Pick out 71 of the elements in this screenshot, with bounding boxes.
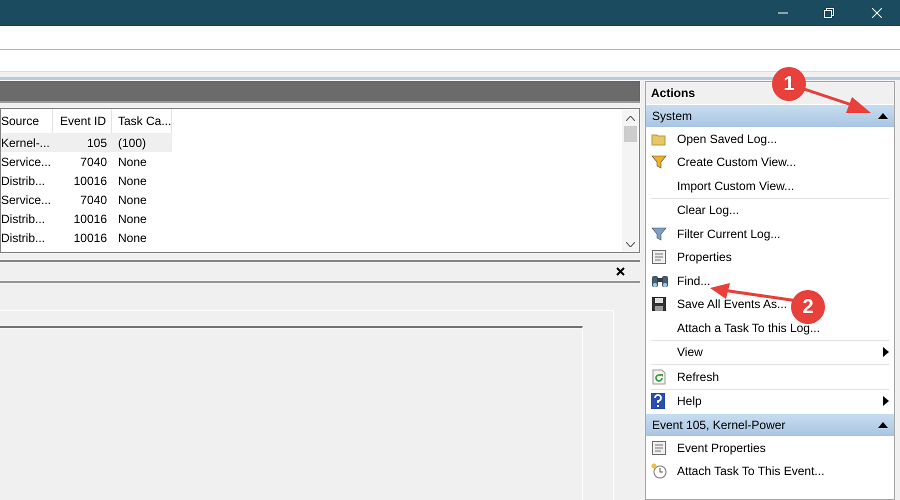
collapse-arrow-icon[interactable] [878, 113, 888, 119]
table-cell-text: Distrib... [1, 172, 46, 190]
action-label: Find... [677, 272, 710, 290]
properties-icon [651, 440, 667, 456]
table-cell-text: Service... [1, 154, 52, 170]
section-title: System [652, 108, 692, 125]
scroll-up-icon[interactable] [626, 116, 635, 121]
action-label: View [677, 344, 703, 362]
table-cell-text: 7040 [79, 192, 108, 208]
properties-icon [651, 249, 667, 266]
funnel-icon [651, 226, 667, 242]
table-cell-text: Kernel-... [1, 134, 51, 152]
action-label: Event Properties [677, 440, 766, 457]
close-icon[interactable] [616, 267, 625, 276]
section-header[interactable]: System [646, 105, 894, 127]
action-item[interactable]: View [651, 340, 889, 364]
table-cell-text: (100) [117, 134, 148, 152]
action-item[interactable]: Find... [651, 269, 710, 292]
action-label: Properties [677, 249, 732, 266]
action-item[interactable]: Properties [651, 246, 732, 269]
table-cell-text: 10016 [72, 210, 108, 228]
table-cell-text: 10016 [72, 172, 108, 190]
action-item[interactable]: Event Properties [651, 436, 766, 460]
action-item[interactable]: Create Custom View... [651, 150, 796, 174]
action-label: Help [677, 393, 702, 410]
table-row[interactable]: Distrib... 10016 None [1, 171, 172, 190]
collapse-arrow-icon[interactable] [878, 422, 888, 428]
table-cell-text: None [117, 192, 148, 208]
action-label: Filter Current Log... [677, 226, 780, 243]
funnel-icon [651, 154, 667, 170]
table-row[interactable]: Service... 7040 None [1, 190, 172, 209]
clock-icon [651, 463, 667, 480]
table-cell-text: None [117, 154, 148, 170]
table-cell-text: None [117, 210, 148, 228]
scrollbar[interactable] [622, 109, 639, 252]
table-cell-text: None [117, 230, 148, 246]
action-label: Attach Task To This Event... [677, 463, 824, 480]
restore-icon[interactable] [824, 8, 834, 18]
action-item[interactable]: Attach Task To This Event... [651, 460, 824, 483]
table-cell-text: 105 [86, 134, 108, 152]
action-item[interactable]: Open Saved Log... [651, 127, 778, 150]
table-cell-text: 7040 [79, 154, 108, 170]
table-row[interactable]: Service... 7040 None [1, 152, 172, 171]
action-item[interactable]: Help [651, 390, 889, 413]
scroll-down-icon[interactable] [626, 242, 635, 247]
table-cell-text: Distrib... [1, 210, 46, 228]
action-item[interactable]: Filter Current Log... [651, 222, 780, 246]
section-header[interactable]: Event 105, Kernel-Power [646, 414, 894, 436]
table-row[interactable]: Kernel-... 105 (100) [1, 133, 172, 152]
section-title: Event 105, Kernel-Power [652, 417, 786, 434]
help-icon [651, 393, 665, 410]
action-item[interactable]: Clear Log... [651, 198, 740, 222]
refresh-icon [651, 368, 667, 385]
table-cell-text: Service... [1, 192, 52, 208]
submenu-arrow-icon [883, 396, 889, 406]
action-item[interactable]: Save All Events As... [651, 292, 788, 316]
scroll-thumb[interactable] [624, 126, 637, 142]
action-item[interactable]: Import Custom View... [651, 174, 794, 198]
action-label: Open Saved Log... [677, 130, 778, 148]
action-label: Clear Log... [677, 202, 740, 220]
table-row[interactable]: Distrib... 10016 None [1, 209, 172, 228]
table-cell-text: Distrib... [1, 230, 46, 246]
table-cell-text: 10016 [72, 230, 108, 246]
table-cell-text: None [117, 172, 148, 190]
action-label: Create Custom View... [677, 154, 796, 172]
action-label: Refresh [677, 368, 720, 386]
action-label: Import Custom View... [677, 178, 794, 195]
table-row[interactable]: Distrib... 10016 None [1, 228, 172, 247]
submenu-arrow-icon [883, 347, 889, 358]
action-label: Save All Events As... [677, 296, 788, 314]
action-item[interactable]: Refresh [651, 365, 720, 388]
